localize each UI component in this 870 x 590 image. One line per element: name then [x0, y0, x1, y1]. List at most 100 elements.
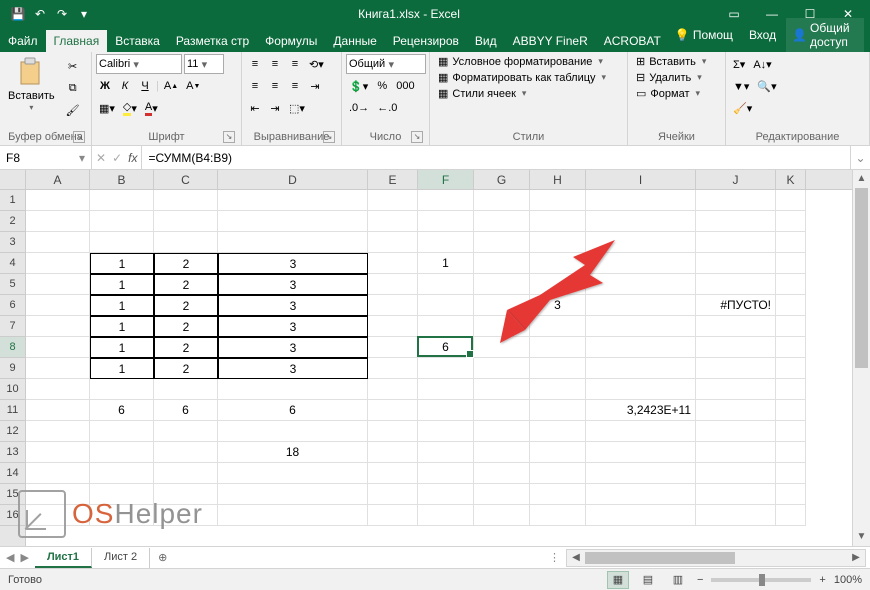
tab-разметка стр[interactable]: Разметка стр — [168, 30, 257, 52]
column-header[interactable]: I — [586, 170, 696, 189]
row-header[interactable]: 5 — [0, 274, 25, 295]
cell[interactable]: 2 — [154, 295, 218, 316]
cell[interactable] — [26, 463, 90, 484]
comma-icon[interactable]: 000 — [393, 76, 417, 96]
cell[interactable]: 18 — [218, 442, 368, 463]
cell[interactable] — [530, 484, 586, 505]
font-name-combo[interactable]: Calibri▾ — [96, 54, 182, 74]
tell-me[interactable]: 💡 Помощ — [669, 25, 739, 45]
cell[interactable] — [776, 253, 806, 274]
percent-icon[interactable]: % — [373, 76, 391, 96]
cell[interactable] — [530, 232, 586, 253]
cell[interactable]: 1 — [90, 295, 154, 316]
cell[interactable] — [218, 232, 368, 253]
cell[interactable] — [586, 253, 696, 274]
scroll-down-icon[interactable]: ▼ — [853, 528, 870, 546]
cell[interactable] — [218, 505, 368, 526]
underline-button[interactable]: Ч — [136, 76, 154, 96]
cell[interactable] — [530, 463, 586, 484]
cell[interactable] — [696, 337, 776, 358]
undo-icon[interactable]: ↶ — [30, 4, 50, 24]
tab-abbyy finer[interactable]: ABBYY FineR — [505, 30, 596, 52]
cell[interactable] — [368, 253, 418, 274]
sort-filter-icon[interactable]: A↓▾ — [750, 54, 774, 74]
cell[interactable] — [474, 400, 530, 421]
cell[interactable] — [696, 232, 776, 253]
row-header[interactable]: 14 — [0, 463, 25, 484]
fx-icon[interactable]: fx — [128, 151, 137, 165]
borders-icon[interactable]: ▦▾ — [96, 98, 118, 118]
cell[interactable] — [474, 379, 530, 400]
cell[interactable]: 1 — [90, 316, 154, 337]
worksheet-grid[interactable]: ABCDEFGHIJK 12345678910111213141516 1231… — [0, 170, 870, 546]
tab-вставка[interactable]: Вставка — [107, 30, 168, 52]
cell[interactable] — [474, 463, 530, 484]
fill-color-icon[interactable]: ◇▾ — [120, 98, 140, 118]
tab-acrobat[interactable]: ACROBAT — [596, 30, 669, 52]
cell[interactable] — [418, 316, 474, 337]
cell[interactable] — [474, 358, 530, 379]
cell[interactable] — [90, 463, 154, 484]
cell[interactable]: 3 — [530, 295, 586, 316]
cell[interactable] — [218, 190, 368, 211]
row-header[interactable]: 13 — [0, 442, 25, 463]
cell[interactable] — [530, 358, 586, 379]
sheet-nav-next-icon[interactable]: ▶ — [20, 551, 28, 564]
row-header[interactable]: 3 — [0, 232, 25, 253]
cell[interactable] — [90, 211, 154, 232]
grow-font-icon[interactable]: A▲ — [161, 76, 181, 96]
redo-icon[interactable]: ↷ — [52, 4, 72, 24]
accounting-icon[interactable]: 💲▾ — [346, 76, 371, 96]
cell[interactable] — [696, 316, 776, 337]
wrap-text-icon[interactable]: ⇥ — [306, 76, 324, 96]
align-left-icon[interactable]: ≡ — [246, 76, 264, 96]
increase-indent-icon[interactable]: ⇥ — [266, 98, 284, 118]
cell[interactable] — [696, 190, 776, 211]
cell[interactable] — [154, 505, 218, 526]
cell[interactable]: 3 — [218, 337, 368, 358]
cell[interactable] — [696, 274, 776, 295]
name-box[interactable]: F8▾ — [0, 146, 92, 169]
cell[interactable]: 1 — [90, 274, 154, 295]
cell[interactable] — [368, 316, 418, 337]
cell[interactable] — [696, 463, 776, 484]
cell[interactable] — [418, 190, 474, 211]
cell[interactable] — [776, 358, 806, 379]
cell[interactable] — [418, 379, 474, 400]
cell[interactable] — [26, 442, 90, 463]
cell[interactable]: #ПУСТО! — [696, 295, 776, 316]
paste-button[interactable]: Вставить ▾ — [4, 54, 59, 115]
cell[interactable] — [26, 316, 90, 337]
cell[interactable] — [26, 379, 90, 400]
cell[interactable]: 2 — [154, 274, 218, 295]
decrease-decimal-icon[interactable]: ←.0 — [374, 98, 400, 118]
cell[interactable] — [368, 274, 418, 295]
cell[interactable] — [368, 190, 418, 211]
cell[interactable]: 2 — [154, 253, 218, 274]
cell[interactable] — [586, 358, 696, 379]
cell[interactable] — [586, 505, 696, 526]
cell-styles-button[interactable]: ▦Стили ячеек▾ — [434, 86, 623, 101]
cell[interactable] — [368, 442, 418, 463]
cell[interactable] — [586, 190, 696, 211]
cell[interactable] — [530, 274, 586, 295]
cell[interactable] — [218, 421, 368, 442]
cell[interactable]: 3 — [218, 274, 368, 295]
select-all-corner[interactable] — [0, 170, 26, 190]
cell[interactable] — [368, 358, 418, 379]
horizontal-scroll-thumb[interactable] — [585, 552, 735, 564]
conditional-formatting-button[interactable]: ▦Условное форматирование▾ — [434, 54, 623, 69]
cell[interactable] — [530, 316, 586, 337]
column-header[interactable]: J — [696, 170, 776, 189]
sheet-tab[interactable]: Лист 2 — [92, 548, 150, 568]
cell[interactable] — [530, 505, 586, 526]
column-header[interactable]: G — [474, 170, 530, 189]
cell[interactable] — [776, 442, 806, 463]
cell[interactable] — [530, 337, 586, 358]
cell[interactable] — [90, 484, 154, 505]
clipboard-dialog-icon[interactable]: ↘ — [73, 131, 85, 143]
cell[interactable] — [368, 337, 418, 358]
cell[interactable] — [474, 190, 530, 211]
cell[interactable] — [776, 232, 806, 253]
tab-данные[interactable]: Данные — [325, 30, 384, 52]
